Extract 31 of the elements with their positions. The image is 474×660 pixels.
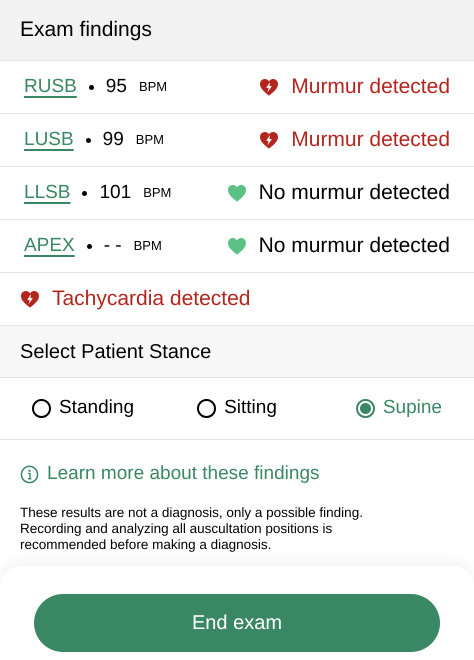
- bpm-unit: BPM: [136, 131, 164, 150]
- bpm-unit: BPM: [143, 184, 172, 202]
- heart-rate: 95: [106, 74, 127, 99]
- finding-result: No murmur detected: [258, 233, 450, 260]
- stance-radio[interactable]: Standing: [32, 394, 169, 423]
- heart-rate: - -: [104, 234, 122, 258]
- position-link[interactable]: LLSB: [24, 178, 70, 208]
- heart-bolt-icon: [20, 290, 40, 308]
- end-exam-button[interactable]: End exam: [34, 594, 440, 652]
- finding-result: No murmur detected: [258, 180, 450, 206]
- heart-rate: 99: [102, 128, 124, 152]
- disclaimer-text: These results are not a diagnosis, only a possible finding. Recording and analyzing all auscultation positions is recommended before making a diagnosis.: [20, 504, 364, 552]
- section-title: Select Patient Stance: [20, 340, 212, 364]
- stance-radio[interactable]: Sitting: [168, 394, 306, 423]
- section-title: Exam findings: [20, 17, 152, 44]
- heart-icon: [226, 184, 247, 202]
- heart-rate: 101: [99, 180, 132, 205]
- heart-icon: [226, 237, 247, 255]
- position-link[interactable]: LUSB: [24, 126, 74, 154]
- alert-text: Tachycardia detected: [52, 286, 250, 312]
- info-icon: [20, 464, 39, 484]
- stance-radio[interactable]: Supine: [305, 394, 442, 423]
- learn-more-link[interactable]: Learn more about these findings: [20, 460, 320, 488]
- finding-result: Murmur detected: [291, 74, 450, 100]
- position-link[interactable]: APEX: [24, 232, 75, 260]
- bpm-unit: BPM: [134, 237, 162, 256]
- finding-result: Murmur detected: [291, 127, 450, 154]
- heart-bolt-icon: [259, 78, 280, 96]
- bpm-unit: BPM: [138, 78, 168, 96]
- position-link[interactable]: RUSB: [24, 72, 77, 102]
- heart-bolt-icon: [259, 131, 280, 149]
